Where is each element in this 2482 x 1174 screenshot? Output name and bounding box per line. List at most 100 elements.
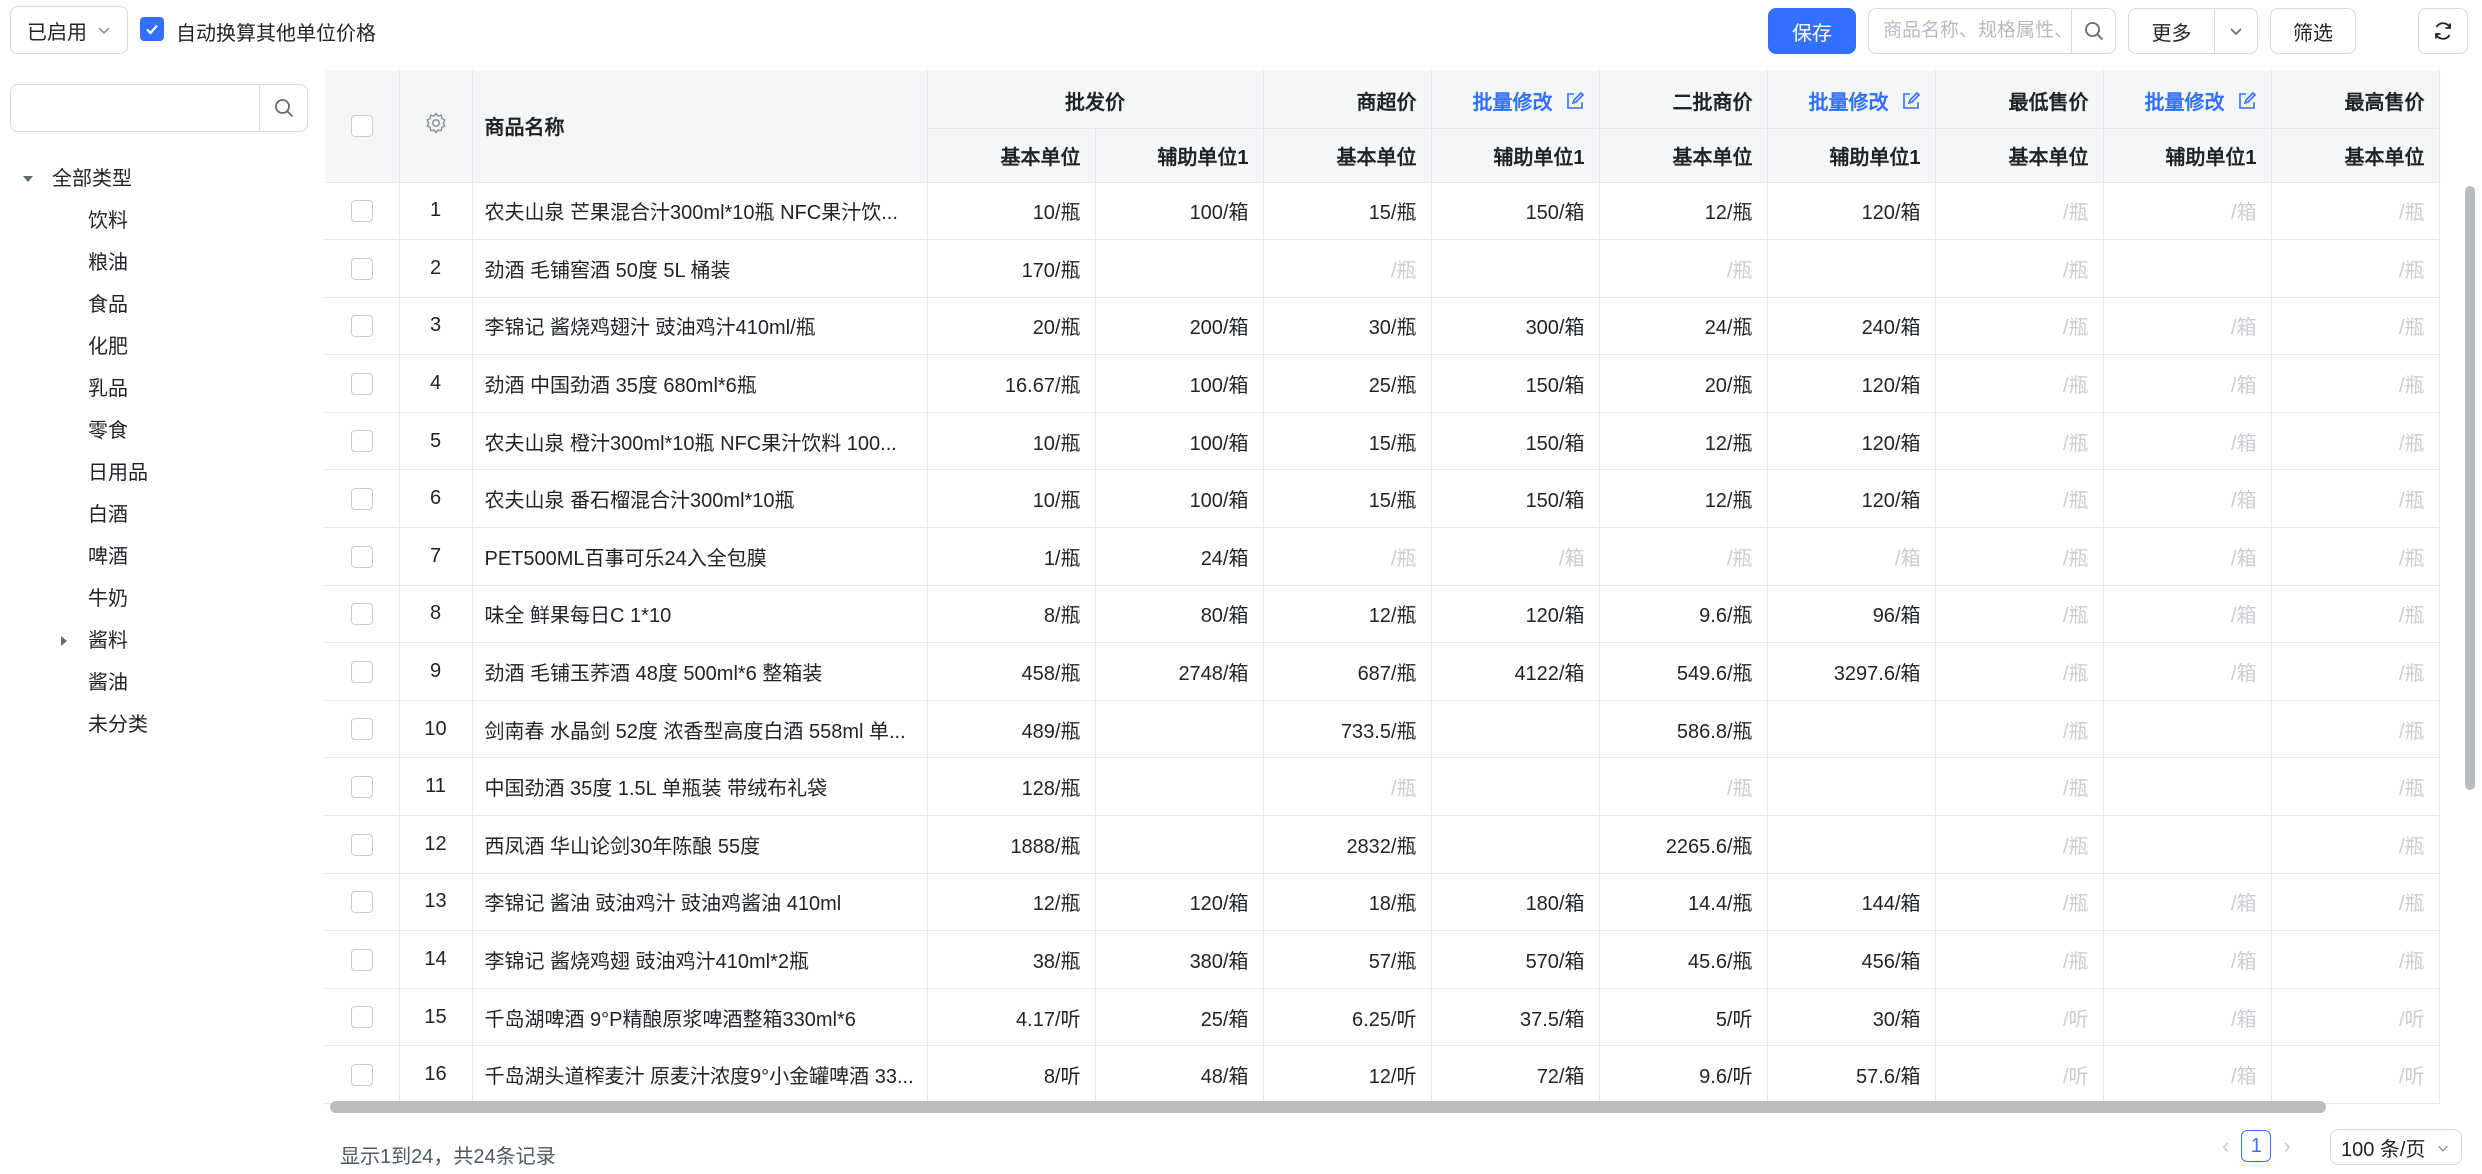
price-cell[interactable]: /瓶: [1935, 297, 2104, 356]
price-cell[interactable]: /瓶: [1935, 757, 2104, 817]
caret-down-icon[interactable]: [22, 173, 34, 185]
tree-item-category[interactable]: 白酒: [0, 494, 320, 536]
price-cell[interactable]: 38/瓶: [927, 930, 1096, 989]
price-cell[interactable]: /瓶: [1935, 469, 2104, 529]
table-row[interactable]: 8 味全 鲜果每日C 1*10 8/瓶 80/箱 12/瓶 120/箱 9.6/瓶 96/箱 /…: [325, 585, 2440, 644]
tree-item-category[interactable]: 乳品: [0, 368, 320, 410]
price-cell[interactable]: 14.4/瓶: [1599, 873, 1768, 932]
price-cell[interactable]: 37.5/箱: [1431, 988, 1600, 1047]
row-checkbox[interactable]: [350, 833, 373, 856]
price-cell[interactable]: 8/听: [927, 1045, 1096, 1104]
price-cell[interactable]: /瓶: [1935, 873, 2104, 932]
price-cell[interactable]: 15/瓶: [1263, 469, 1432, 529]
price-cell[interactable]: /瓶: [2271, 412, 2440, 471]
price-cell[interactable]: 380/箱: [1095, 930, 1264, 989]
table-row[interactable]: 13 李锦记 酱油 豉油鸡汁 豉油鸡酱油 410ml 12/瓶 120/箱 18/瓶 18…: [325, 873, 2440, 932]
price-cell[interactable]: [1095, 239, 1264, 298]
gear-icon[interactable]: [424, 111, 448, 135]
row-checkbox[interactable]: [350, 718, 373, 741]
price-cell[interactable]: /箱: [2103, 585, 2272, 644]
tree-item-category[interactable]: 食品: [0, 284, 320, 326]
row-checkbox[interactable]: [350, 891, 373, 914]
product-search-button[interactable]: [2071, 9, 2115, 53]
price-cell[interactable]: 10/瓶: [927, 469, 1096, 529]
price-cell[interactable]: /瓶: [2271, 757, 2440, 817]
price-cell[interactable]: /瓶: [1263, 239, 1432, 298]
price-cell[interactable]: 24/箱: [1095, 527, 1264, 586]
price-cell[interactable]: [2103, 700, 2272, 759]
price-cell[interactable]: 687/瓶: [1263, 642, 1432, 701]
price-cell[interactable]: /听: [1935, 988, 2104, 1047]
price-cell[interactable]: 96/箱: [1767, 585, 1936, 644]
price-cell[interactable]: 458/瓶: [927, 642, 1096, 701]
price-cell[interactable]: 586.8/瓶: [1599, 700, 1768, 759]
price-cell[interactable]: 3297.6/箱: [1767, 642, 1936, 701]
price-cell[interactable]: [1095, 757, 1264, 817]
auto-convert-checkbox[interactable]: [140, 17, 164, 41]
table-row[interactable]: 5 农夫山泉 橙汁300ml*10瓶 NFC果汁饮料 100... 10/瓶 100/…: [325, 412, 2440, 471]
price-cell[interactable]: /箱: [1431, 527, 1600, 586]
row-checkbox[interactable]: [350, 257, 373, 280]
price-cell[interactable]: 120/箱: [1767, 412, 1936, 471]
price-cell[interactable]: 48/箱: [1095, 1045, 1264, 1104]
table-row[interactable]: 10 剑南春 水晶剑 52度 浓香型高度白酒 558ml 单... 489/瓶 733…: [325, 700, 2440, 759]
category-search-button[interactable]: [259, 85, 307, 131]
row-checkbox[interactable]: [350, 660, 373, 683]
page-size-select[interactable]: 100 条/页: [2330, 1129, 2462, 1165]
price-cell[interactable]: [1431, 700, 1600, 759]
price-cell[interactable]: /箱: [2103, 1045, 2272, 1104]
price-cell[interactable]: 25/箱: [1095, 988, 1264, 1047]
price-cell[interactable]: [1431, 815, 1600, 874]
price-cell[interactable]: 72/箱: [1431, 1045, 1600, 1104]
more-arrow-button[interactable]: [2215, 9, 2257, 53]
price-cell[interactable]: /听: [1935, 1045, 2104, 1104]
row-checkbox[interactable]: [350, 1063, 373, 1086]
tree-item-category[interactable]: 酱油: [0, 662, 320, 704]
tree-item-category[interactable]: 日用品: [0, 452, 320, 494]
price-cell[interactable]: /瓶: [2271, 642, 2440, 701]
row-checkbox[interactable]: [350, 315, 373, 338]
price-cell[interactable]: 549.6/瓶: [1599, 642, 1768, 701]
price-cell[interactable]: 24/瓶: [1599, 297, 1768, 356]
price-cell[interactable]: /瓶: [1599, 757, 1768, 817]
table-row[interactable]: 7 PET500ML百事可乐24入全包膜 1/瓶 24/箱/瓶/箱/瓶/箱/瓶/箱/瓶: [325, 527, 2440, 586]
tree-item-category[interactable]: 零食: [0, 410, 320, 452]
price-cell[interactable]: 12/瓶: [1599, 182, 1768, 241]
row-checkbox[interactable]: [350, 487, 373, 510]
table-row[interactable]: 11 中国劲酒 35度 1.5L 单瓶装 带绒布礼袋 128/瓶/瓶/瓶/瓶/瓶: [325, 757, 2440, 817]
price-cell[interactable]: [2103, 757, 2272, 817]
price-cell[interactable]: /听: [2271, 988, 2440, 1047]
caret-right-icon[interactable]: [58, 635, 70, 647]
price-cell[interactable]: /瓶: [1935, 182, 2104, 241]
price-cell[interactable]: [1095, 815, 1264, 874]
price-cell[interactable]: 100/箱: [1095, 182, 1264, 241]
price-cell[interactable]: 144/箱: [1767, 873, 1936, 932]
price-cell[interactable]: 9.6/瓶: [1599, 585, 1768, 644]
table-row[interactable]: 4 劲酒 中国劲酒 35度 680ml*6瓶 16.67/瓶 100/箱 25/瓶 150…: [325, 354, 2440, 413]
price-cell[interactable]: [1095, 700, 1264, 759]
price-cell[interactable]: /瓶: [1263, 527, 1432, 586]
tree-item-all[interactable]: 全部类型: [0, 158, 320, 200]
table-row[interactable]: 6 农夫山泉 番石榴混合汁300ml*10瓶 10/瓶 100/箱 15/瓶 150/箱 1…: [325, 469, 2440, 529]
price-cell[interactable]: /瓶: [1935, 930, 2104, 989]
price-cell[interactable]: /箱: [2103, 412, 2272, 471]
price-cell[interactable]: 200/箱: [1095, 297, 1264, 356]
row-checkbox[interactable]: [350, 372, 373, 395]
price-cell[interactable]: 240/箱: [1767, 297, 1936, 356]
product-search-input[interactable]: [1869, 9, 2071, 53]
price-cell[interactable]: 25/瓶: [1263, 354, 1432, 413]
price-cell[interactable]: [1767, 239, 1936, 298]
save-button[interactable]: 保存: [1768, 8, 1856, 54]
price-cell[interactable]: /瓶: [1935, 354, 2104, 413]
price-cell[interactable]: /瓶: [2271, 700, 2440, 759]
price-cell[interactable]: /瓶: [2271, 297, 2440, 356]
price-cell[interactable]: 18/瓶: [1263, 873, 1432, 932]
table-row[interactable]: 12 西凤酒 华山论剑30年陈酿 55度 1888/瓶 2832/瓶 2265.6/瓶 /…: [325, 815, 2440, 874]
table-row[interactable]: 1 农夫山泉 芒果混合汁300ml*10瓶 NFC果汁饮... 10/瓶 100/箱 1…: [325, 182, 2440, 241]
tree-item-category[interactable]: 牛奶: [0, 578, 320, 620]
price-cell[interactable]: /瓶: [1935, 815, 2104, 874]
price-cell[interactable]: 4.17/听: [927, 988, 1096, 1047]
price-cell[interactable]: 15/瓶: [1263, 412, 1432, 471]
prev-page-icon[interactable]: ‹: [2222, 1133, 2229, 1159]
price-cell[interactable]: 57.6/箱: [1767, 1045, 1936, 1104]
